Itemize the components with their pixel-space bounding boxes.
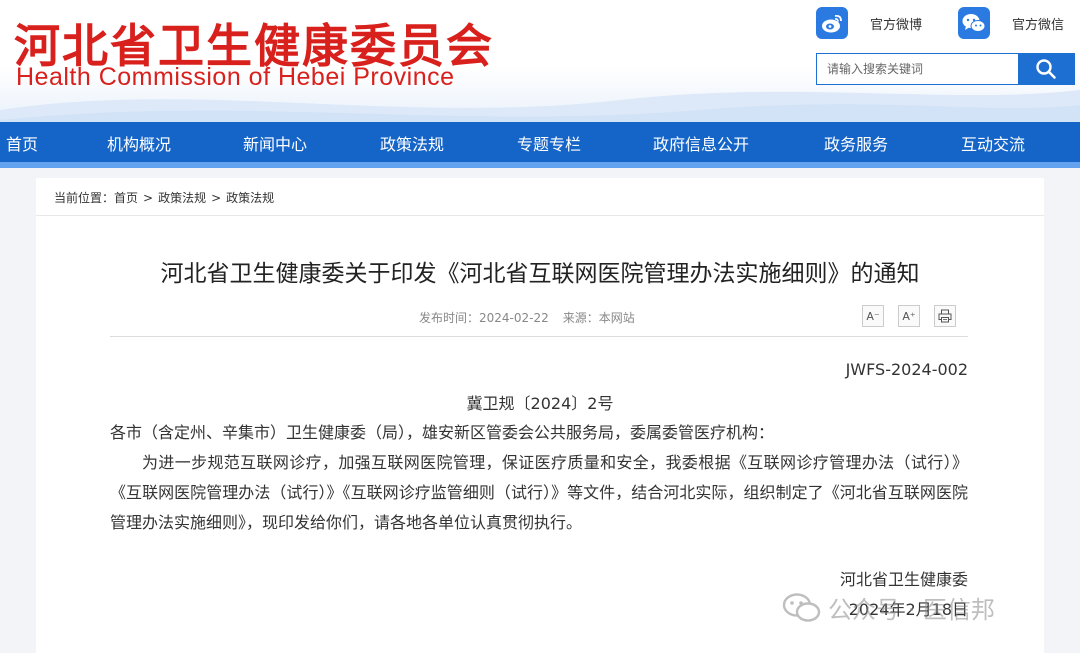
article-meta: 发布时间：2024-02-22 来源：本网站	[419, 309, 635, 326]
signature-org: 河北省卫生健康委	[839, 570, 968, 589]
nav-item-info-disclosure[interactable]: 政府信息公开	[653, 122, 749, 168]
recipients-line: 各市（含定州、辛集市）卫生健康委（局），雄安新区管委会公共服务局，委属委管医疗机…	[110, 423, 775, 442]
site-logo-en[interactable]: Health Commission of Hebei Province	[16, 63, 455, 92]
breadcrumb-divider	[36, 215, 1044, 216]
watermark-text: 公众号 · 医信邦	[828, 596, 995, 624]
breadcrumb-separator: >	[143, 191, 154, 205]
wechat-watermark: 公众号 · 医信邦	[782, 590, 995, 625]
publish-time: 发布时间：2024-02-22	[419, 311, 549, 325]
weibo-label: 官方微博	[870, 17, 923, 33]
article-panel: 当前位置：首页 > 政策法规 > 政策法规 河北省卫生健康委关于印发《河北省互联网医院管…	[36, 178, 1044, 653]
font-increase-button[interactable]: A⁺	[898, 305, 920, 327]
article-tools: A⁻ A⁺	[862, 305, 970, 327]
breadcrumb-separator: >	[211, 191, 222, 205]
search-input[interactable]	[817, 54, 1018, 84]
weibo-icon	[816, 7, 848, 39]
wechat-label: 官方微信	[1012, 17, 1065, 33]
wechat-icon	[958, 7, 990, 39]
printer-icon	[938, 309, 952, 323]
search-icon	[1036, 59, 1056, 79]
breadcrumb-item-policy[interactable]: 政策法规	[158, 191, 206, 205]
nav-item-policy[interactable]: 政策法规	[380, 122, 444, 168]
site-header: 河北省卫生健康委员会 Health Commission of Hebei Pr…	[0, 0, 1080, 122]
nav-item-about[interactable]: 机构概况	[107, 122, 171, 168]
article-source: 来源：本网站	[562, 311, 635, 325]
document-number: 冀卫规〔2024〕2号	[466, 394, 614, 413]
nav-item-topics[interactable]: 专题专栏	[517, 122, 581, 168]
search-button[interactable]	[1018, 54, 1074, 84]
nav-item-home[interactable]: 首页	[6, 122, 38, 168]
breadcrumb-prefix: 当前位置：	[54, 191, 115, 205]
font-decrease-button[interactable]: A⁻	[862, 305, 884, 327]
meta-divider	[110, 336, 968, 337]
site-search	[816, 53, 1075, 85]
nav-item-interaction[interactable]: 互动交流	[961, 122, 1025, 168]
main-nav: 首页 机构概况 新闻中心 政策法规 专题专栏 政府信息公开 政务服务 互动交流	[0, 122, 1080, 168]
print-button[interactable]	[934, 305, 956, 327]
nav-item-news[interactable]: 新闻中心	[243, 122, 307, 168]
article-title: 河北省卫生健康委关于印发《河北省互联网医院管理办法实施细则》的通知	[160, 261, 920, 287]
breadcrumb-item-home[interactable]: 首页	[114, 191, 138, 205]
document-code: JWFS-2024-002	[845, 360, 968, 379]
breadcrumb-item-policy-sub[interactable]: 政策法规	[226, 191, 274, 205]
body-paragraph: 为进一步规范互联网诊疗，加强互联网医院管理，保证医疗质量和安全，我委根据《互联网…	[110, 453, 968, 532]
wechat-watermark-icon	[782, 592, 821, 622]
official-wechat-link[interactable]: 官方微信	[958, 7, 1064, 39]
font-decrease-icon: A⁻	[866, 309, 880, 323]
official-weibo-link[interactable]: 官方微博	[816, 7, 922, 39]
nav-item-services[interactable]: 政务服务	[824, 122, 888, 168]
font-increase-icon: A⁺	[902, 309, 916, 323]
article-body: 各市（含定州、辛集市）卫生健康委（局），雄安新区管委会公共服务局，委属委管医疗机…	[110, 418, 968, 538]
breadcrumb: 当前位置：首页 > 政策法规 > 政策法规	[54, 189, 274, 206]
